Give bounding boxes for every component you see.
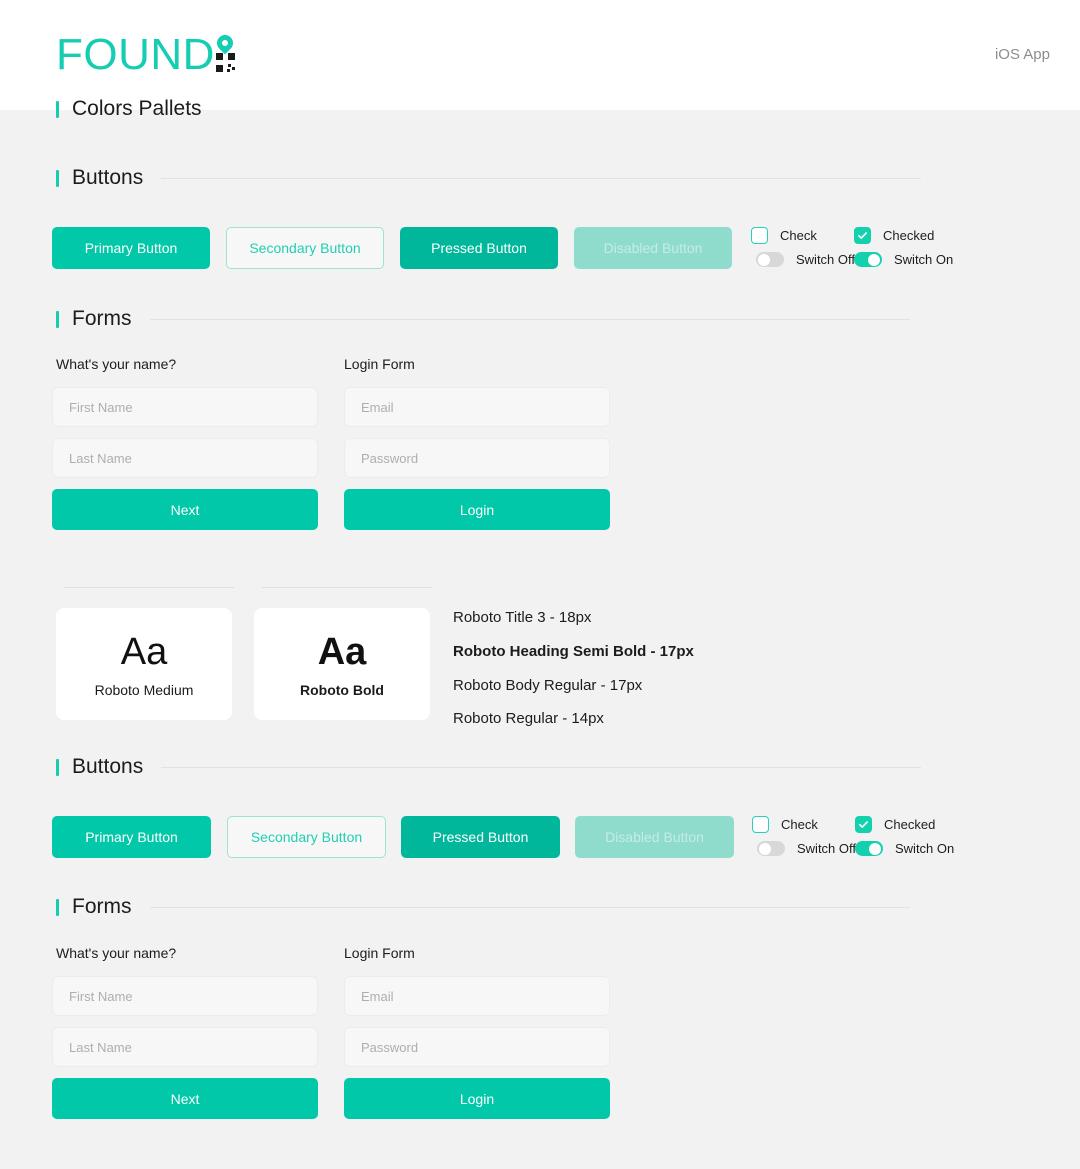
next-button-1[interactable]: Next	[52, 489, 318, 530]
section-divider	[161, 177, 922, 179]
checkbox-icon[interactable]	[751, 227, 768, 244]
section-header-colors-pallets: Colors Pallets	[56, 98, 1036, 120]
secondary-button-1[interactable]: Secondary Button	[226, 227, 384, 269]
section-accent-bar	[56, 169, 59, 187]
section-divider	[161, 766, 922, 768]
typeface-name: Roboto Bold	[300, 682, 384, 698]
section-title-buttons-2: Buttons	[72, 755, 144, 778]
section-title-buttons-1: Buttons	[72, 166, 144, 189]
logo-mark	[213, 30, 239, 80]
type-scale-item-regular: Roboto Regular - 14px	[453, 710, 604, 727]
password-input-1[interactable]	[344, 438, 610, 478]
login-form-label-2: Login Form	[344, 945, 415, 961]
last-name-input-2[interactable]	[52, 1027, 318, 1067]
typeface-card-bold: Aa Roboto Bold	[254, 608, 430, 720]
toggle-knob	[868, 253, 880, 266]
email-input-1[interactable]	[344, 387, 610, 427]
typography-divider	[262, 587, 432, 588]
brand-logo[interactable]: FOUND	[56, 30, 239, 80]
last-name-input-1[interactable]	[52, 438, 318, 478]
typography-divider	[64, 587, 234, 588]
section-divider	[149, 318, 910, 320]
section-title-forms-2: Forms	[72, 895, 132, 918]
section-header-forms-1: Forms	[56, 307, 910, 331]
pressed-button-1[interactable]: Pressed Button	[400, 227, 558, 269]
typeface-sample-glyph: Aa	[317, 631, 367, 673]
checkbox-label: Checked	[884, 817, 936, 832]
first-name-input-2[interactable]	[52, 976, 318, 1016]
toggle-knob	[759, 842, 771, 855]
type-scale-item-body: Roboto Body Regular - 17px	[453, 677, 643, 694]
disabled-button-2: Disabled Button	[575, 816, 734, 858]
toggle-switch-icon[interactable]	[855, 841, 883, 856]
switch-off-2[interactable]: Switch Off	[757, 841, 856, 856]
section-accent-bar	[56, 898, 59, 916]
toggle-switch-icon[interactable]	[756, 252, 784, 267]
section-accent-bar	[56, 310, 59, 328]
logo-wordmark: FOUND	[56, 30, 215, 79]
content-panel: Colors Pallets Buttons Primary Button Se…	[8, 98, 1080, 1169]
login-button-1[interactable]: Login	[344, 489, 610, 530]
switch-off-1[interactable]: Switch Off	[756, 252, 855, 267]
qr-code-icon	[215, 53, 235, 72]
app-header: FOUND iOS App	[0, 0, 1080, 110]
platform-label: iOS App	[994, 46, 1050, 63]
checkbox-checked-2[interactable]: Checked	[855, 816, 935, 833]
type-scale-item-heading: Roboto Heading Semi Bold - 17px	[453, 643, 694, 660]
typeface-card-medium: Aa Roboto Medium	[56, 608, 232, 720]
switch-on-1[interactable]: Switch On	[854, 252, 953, 267]
email-input-2[interactable]	[344, 976, 610, 1016]
checkbox-unchecked-1[interactable]: Check	[751, 227, 817, 244]
toggle-knob	[869, 842, 881, 855]
toggle-knob	[758, 253, 770, 266]
name-form-label-2: What's your name?	[56, 945, 177, 961]
secondary-button-2[interactable]: Secondary Button	[227, 816, 386, 858]
section-header-forms-2: Forms	[56, 895, 910, 919]
switch-label: Switch Off	[796, 252, 856, 267]
section-accent-bar	[56, 100, 59, 118]
login-button-2[interactable]: Login	[344, 1078, 610, 1119]
toggle-switch-icon[interactable]	[757, 841, 785, 856]
switch-on-2[interactable]: Switch On	[855, 841, 954, 856]
checkbox-checked-icon[interactable]	[854, 227, 871, 244]
map-pin-icon	[213, 31, 237, 55]
toggle-switch-icon[interactable]	[854, 252, 882, 267]
switch-label: Switch Off	[797, 841, 857, 856]
pressed-button-2[interactable]: Pressed Button	[401, 816, 560, 858]
primary-button-1[interactable]: Primary Button	[52, 227, 210, 269]
section-divider	[149, 906, 910, 908]
section-title-forms-1: Forms	[72, 307, 132, 330]
first-name-input-1[interactable]	[52, 387, 318, 427]
password-input-2[interactable]	[344, 1027, 610, 1067]
checkbox-checked-1[interactable]: Checked	[854, 227, 934, 244]
checkbox-label: Check	[780, 228, 817, 243]
section-header-buttons-2: Buttons	[56, 755, 922, 779]
switch-label: Switch On	[894, 252, 954, 267]
primary-button-2[interactable]: Primary Button	[52, 816, 211, 858]
section-title-colors-pallets: Colors Pallets	[72, 98, 202, 120]
style-guide-page: FOUND iOS App Colors Pallets Buttons Pri…	[0, 0, 1080, 1169]
switch-label: Switch On	[895, 841, 955, 856]
typeface-sample-glyph: Aa	[120, 631, 168, 673]
checkbox-label: Checked	[883, 228, 935, 243]
disabled-button-1: Disabled Button	[574, 227, 732, 269]
type-scale-item-title3: Roboto Title 3 - 18px	[453, 609, 592, 626]
checkbox-icon[interactable]	[752, 816, 769, 833]
name-form-label-1: What's your name?	[56, 356, 177, 372]
login-form-label-1: Login Form	[344, 356, 415, 372]
section-accent-bar	[56, 758, 59, 776]
section-header-buttons-1: Buttons	[56, 166, 922, 190]
checkbox-checked-icon[interactable]	[855, 816, 872, 833]
checkbox-label: Check	[781, 817, 818, 832]
checkbox-unchecked-2[interactable]: Check	[752, 816, 818, 833]
typeface-name: Roboto Medium	[94, 682, 194, 698]
next-button-2[interactable]: Next	[52, 1078, 318, 1119]
